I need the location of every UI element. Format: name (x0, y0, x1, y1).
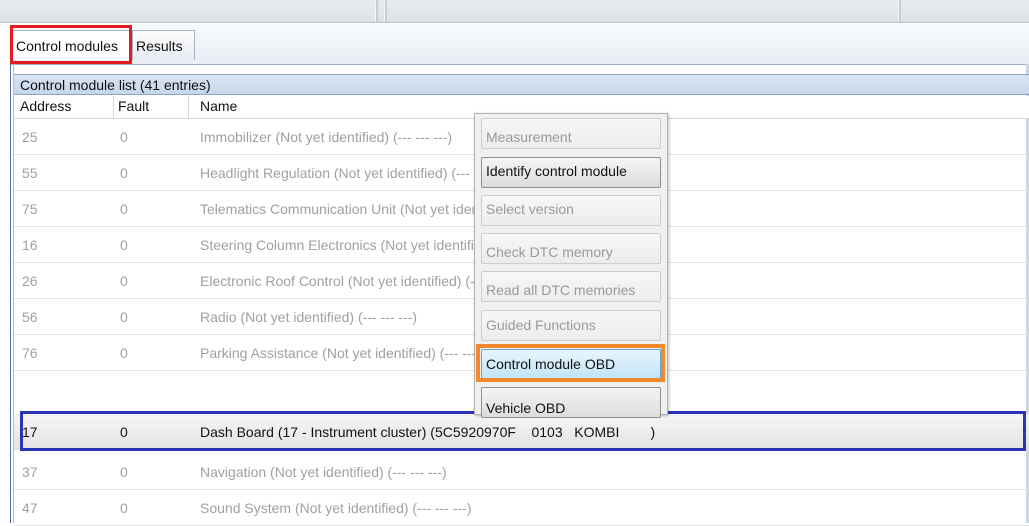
tab-strip: Control modules Results (10, 24, 1029, 65)
list-title: Control module list (41 entries) (14, 74, 1029, 95)
top-toolbar (0, 0, 1029, 23)
toolbar-separator (375, 0, 378, 22)
row-fault: 0 (120, 424, 128, 440)
row-address: 76 (22, 345, 38, 361)
row-address: 16 (22, 237, 38, 253)
row-address: 75 (22, 201, 38, 217)
column-header-fault[interactable]: Fault (118, 98, 149, 114)
menu-item-label: Read all DTC memories (486, 282, 636, 298)
row-name: Immobilizer (Not yet identified) (--- --… (200, 129, 453, 145)
menu-item-check-dtc-memory[interactable]: Check DTC memory (481, 233, 661, 264)
row-fault: 0 (120, 129, 128, 145)
column-header-name[interactable]: Name (200, 98, 237, 114)
menu-item-read-all-dtc-memories[interactable]: Read all DTC memories (481, 271, 661, 302)
menu-item-label: Select version (486, 201, 574, 217)
row-fault: 0 (120, 273, 128, 289)
row-address: 25 (22, 129, 38, 145)
row-name: Headlight Regulation (Not yet identified… (200, 165, 511, 181)
row-address: 47 (22, 500, 38, 516)
row-name: Dash Board (17 - Instrument cluster) (5C… (200, 424, 656, 440)
menu-item-measurement[interactable]: Measurement (481, 118, 661, 149)
menu-item-identify-control-module[interactable]: Identify control module (481, 157, 661, 188)
column-header-address[interactable]: Address (20, 98, 71, 114)
tab-control-modules[interactable]: Control modules (12, 30, 130, 60)
row-fault: 0 (120, 500, 128, 516)
toolbar-separator (384, 0, 387, 22)
row-fault: 0 (120, 201, 128, 217)
row-name: Radio (Not yet identified) (--- --- ---) (200, 309, 418, 325)
menu-item-control-module-obd[interactable]: Control module OBD (481, 349, 661, 380)
row-name: Navigation (Not yet identified) (--- ---… (200, 464, 447, 480)
row-fault: 0 (120, 237, 128, 253)
table-row[interactable]: 37 0 Navigation (Not yet identified) (--… (14, 454, 1029, 490)
menu-item-label: Check DTC memory (486, 244, 613, 260)
menu-item-label: Guided Functions (486, 317, 596, 333)
table-row-selected[interactable]: 17 0 Dash Board (17 - Instrument cluster… (14, 414, 1029, 450)
table-row[interactable]: 47 0 Sound System (Not yet identified) (… (14, 490, 1029, 526)
row-fault: 0 (120, 345, 128, 361)
menu-item-label: Measurement (486, 129, 572, 145)
row-name: Sound System (Not yet identified) (--- -… (200, 500, 472, 516)
row-address: 56 (22, 309, 38, 325)
row-address: 55 (22, 165, 38, 181)
column-divider[interactable] (188, 96, 189, 118)
row-fault: 0 (120, 309, 128, 325)
toolbar-separator (898, 0, 901, 22)
menu-item-label: Vehicle OBD (486, 400, 566, 416)
tab-results[interactable]: Results (132, 30, 195, 60)
row-address: 26 (22, 273, 38, 289)
context-menu: Measurement Identify control module Sele… (474, 113, 668, 418)
column-divider[interactable] (113, 96, 114, 118)
row-fault: 0 (120, 165, 128, 181)
panel-border (10, 64, 11, 523)
menu-item-label: Control module OBD (486, 356, 616, 372)
row-address: 17 (22, 424, 38, 440)
menu-item-select-version[interactable]: Select version (481, 195, 661, 226)
menu-item-vehicle-obd[interactable]: Vehicle OBD (481, 387, 661, 418)
menu-item-label: Identify control module (486, 163, 627, 179)
menu-item-guided-functions[interactable]: Guided Functions (481, 310, 661, 341)
row-fault: 0 (120, 464, 128, 480)
row-address: 37 (22, 464, 38, 480)
row-name: Parking Assistance (Not yet identified) … (200, 345, 499, 361)
